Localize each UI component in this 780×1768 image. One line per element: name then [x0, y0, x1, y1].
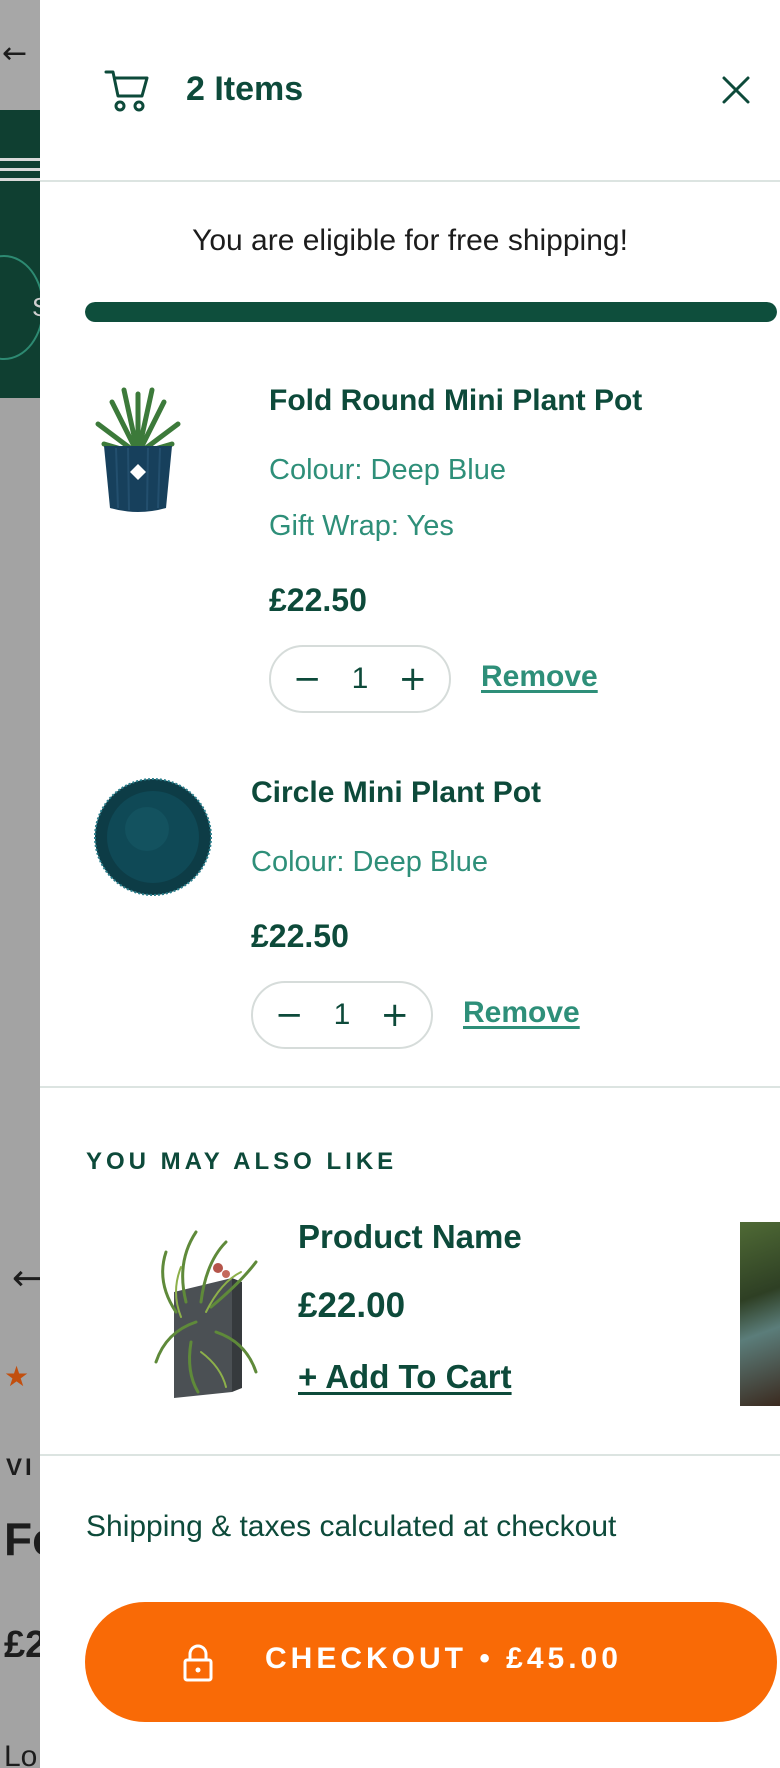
plus-icon[interactable]: + — [399, 662, 428, 696]
cart-item-option: Colour: Deep Blue — [269, 454, 506, 486]
divider — [40, 1086, 780, 1088]
menu-icon — [0, 158, 44, 188]
product-image-round-pot — [94, 778, 212, 896]
cart-header: 2 Items — [40, 0, 780, 182]
shipping-progress-fill — [85, 302, 777, 322]
cart-items-count: 2 Items — [186, 70, 304, 108]
lock-icon — [183, 1644, 213, 1682]
cart-item-price: £22.50 — [269, 582, 367, 618]
remove-item-link[interactable]: Remove — [463, 996, 580, 1030]
quantity-stepper: − 1 + — [269, 645, 451, 713]
free-shipping-message: You are eligible for free shipping! — [192, 224, 628, 257]
tax-note: Shipping & taxes calculated at checkout — [86, 1510, 617, 1543]
cart-item-option: Gift Wrap: Yes — [269, 510, 454, 542]
upsell-heading: YOU MAY ALSO LIKE — [86, 1148, 398, 1175]
plus-icon[interactable]: + — [381, 998, 410, 1032]
star-icon: ★ — [4, 1360, 30, 1393]
checkout-button[interactable]: CHECKOUT • £45.00 — [85, 1602, 777, 1722]
cart-drawer: 2 Items You are eligible for free shippi… — [40, 0, 780, 1768]
cart-item-price: £22.50 — [251, 918, 349, 954]
cart-item-option: Colour: Deep Blue — [251, 846, 488, 878]
checkout-button-label: CHECKOUT • £45.00 — [265, 1642, 622, 1675]
cart-item-title[interactable]: Fold Round Mini Plant Pot — [269, 384, 642, 418]
quantity-stepper: − 1 + — [251, 981, 433, 1049]
quantity-value[interactable]: 1 — [334, 998, 351, 1032]
minus-icon[interactable]: − — [275, 998, 304, 1032]
add-to-cart-link[interactable]: + Add To Cart — [298, 1358, 512, 1396]
close-icon[interactable] — [718, 72, 754, 108]
minus-icon[interactable]: − — [293, 662, 322, 696]
background-label: VI — [6, 1454, 35, 1481]
product-image-wall-planter[interactable] — [146, 1222, 276, 1400]
carousel-prev-icon: ← — [12, 1258, 43, 1299]
cart-item-title[interactable]: Circle Mini Plant Pot — [251, 776, 541, 810]
remove-item-link[interactable]: Remove — [481, 660, 598, 694]
upsell-product-name[interactable]: Product Name — [298, 1218, 522, 1256]
background-text: Lo — [4, 1740, 38, 1768]
upsell-product-price: £22.00 — [298, 1286, 406, 1325]
product-image-plant-pot — [95, 387, 181, 512]
back-arrow-icon: ← — [2, 36, 28, 71]
shipping-progress-bar — [85, 302, 777, 322]
divider — [40, 1454, 780, 1456]
next-upsell-product-image[interactable] — [740, 1222, 780, 1406]
quantity-value[interactable]: 1 — [352, 662, 369, 696]
cart-icon — [104, 70, 149, 112]
